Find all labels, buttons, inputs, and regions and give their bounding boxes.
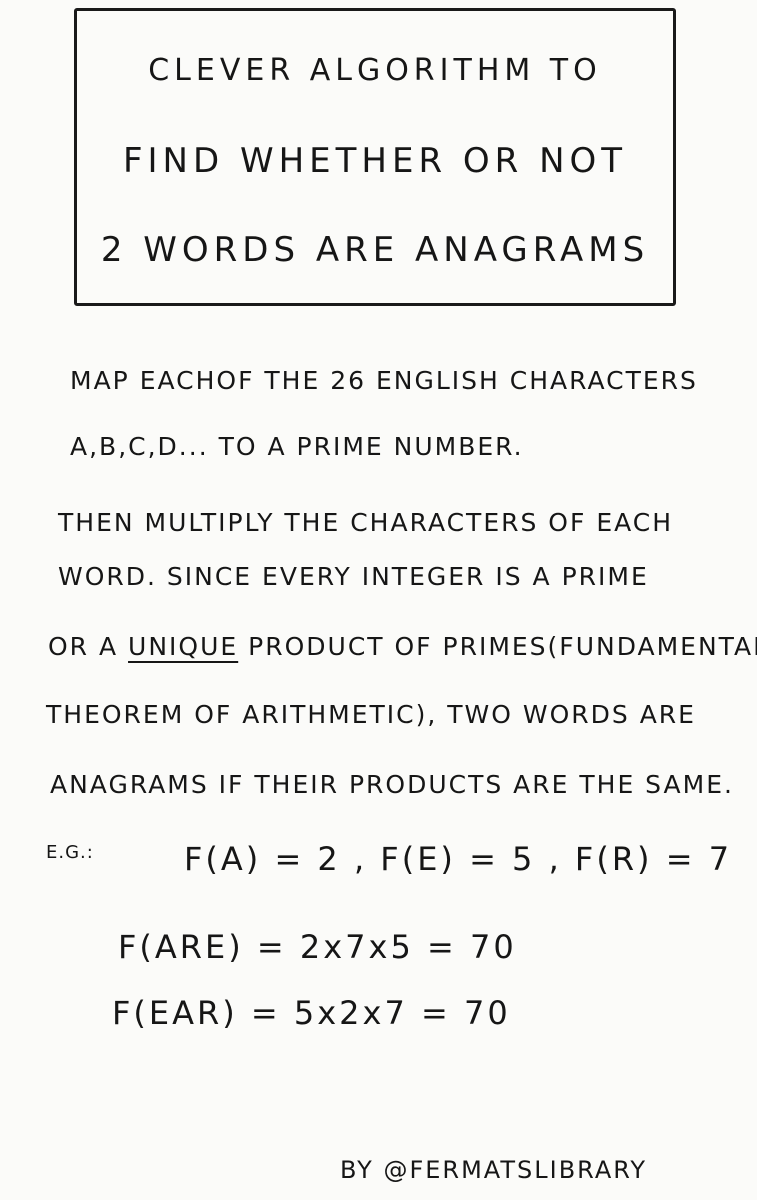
unique-underlined-word: UNIQUE <box>128 632 239 661</box>
body-line-5-end: PRODUCT OF PRIMES(FUNDAMENTAL <box>238 632 757 661</box>
body-line-4: WORD. SINCE EVERY INTEGER IS A PRIME <box>58 562 649 591</box>
example-calc-ear: F(EAR) = 5x2x7 = 70 <box>112 994 511 1032</box>
body-line-6: THEOREM OF ARITHMETIC), TWO WORDS ARE <box>46 700 696 729</box>
title-box: CLEVER ALGORITHM TO FIND WHETHER OR NOT … <box>74 8 676 306</box>
body-line-7: ANAGRAMS IF THEIR PRODUCTS ARE THE SAME. <box>50 770 734 799</box>
example-label: E.G.: <box>46 842 94 863</box>
example-mapping: F(A) = 2 , F(E) = 5 , F(R) = 7 <box>184 840 733 878</box>
signature: BY @FERMATSLIBRARY <box>340 1156 648 1184</box>
body-line-5: OR A UNIQUE PRODUCT OF PRIMES(FUNDAMENTA… <box>48 632 757 661</box>
title-line-3: 2 WORDS ARE ANAGRAMS <box>100 230 650 270</box>
body-line-3: THEN MULTIPLY THE CHARACTERS OF EACH <box>58 508 674 537</box>
title-line-1: CLEVER ALGORITHM TO <box>148 53 602 88</box>
title-line-2: FIND WHETHER OR NOT <box>122 141 628 181</box>
body-line-5-start: OR A <box>48 632 129 661</box>
body-line-1: MAP EACHOF THE 26 ENGLISH CHARACTERS <box>70 366 698 395</box>
example-calc-are: F(ARE) = 2x7x5 = 70 <box>118 928 517 966</box>
body-line-2: A,B,C,D... TO A PRIME NUMBER. <box>70 432 524 461</box>
